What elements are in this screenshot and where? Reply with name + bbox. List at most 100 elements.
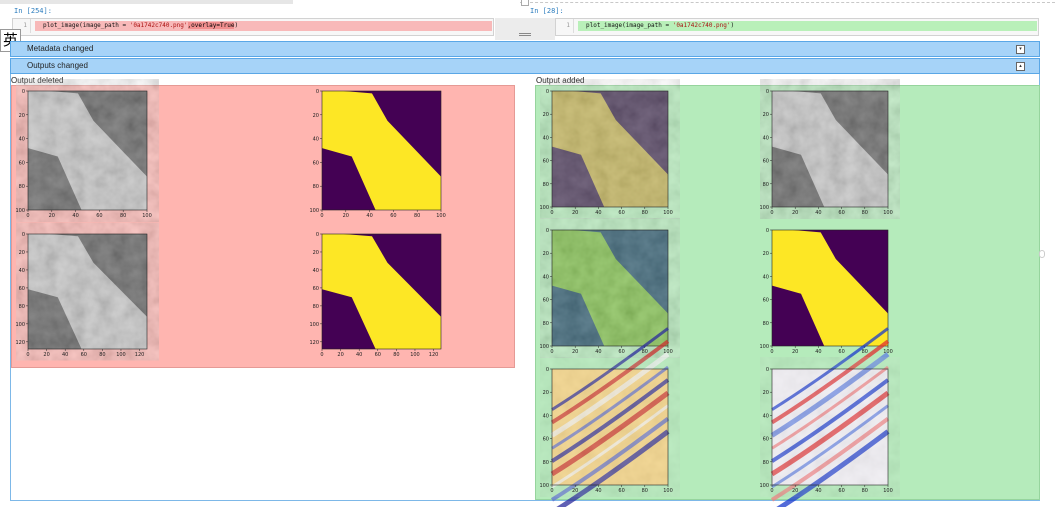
deleted-plot-gray-100: 0 20 40 60 80 100 0 20 40 60 80 100 [15,89,151,219]
x-tick-label: 120 [135,352,145,358]
y-tick-label: 100 [15,208,25,214]
x-tick-label: 0 [26,213,29,219]
x-tick-label: 20 [49,213,55,219]
plot-image: 0 20 40 60 80 100020406080100 [539,228,672,355]
image-texture [28,91,147,210]
x-tick-label: 100 [883,210,893,216]
x-tick-label: 80 [120,213,126,219]
y-tick-label: 60 [19,160,25,166]
y-tick-label: 40 [313,268,319,274]
y-tick-label: 100 [539,205,549,211]
x-tick-label: 100 [883,488,893,494]
plot-image: 0 20 40 60 80 100020406080100 [759,89,892,216]
y-tick-label: 0 [546,367,549,373]
code-string: '0a1742c740.png' [129,22,188,29]
x-tick-label: 40 [62,352,68,358]
x-tick-label: 80 [862,349,868,355]
y-tick-label: 20 [19,250,25,256]
x-tick-label: 0 [26,352,29,358]
added-plot-overlay: 0 20 40 60 80 100 0 20 40 60 80 100 [539,89,672,216]
x-tick-label: 80 [862,210,868,216]
x-tick-label: 60 [838,488,844,494]
y-tick-label: 20 [313,113,319,119]
plot-image: 0 20 40 60 80 100020406080100 [759,228,892,355]
x-tick-label: 20 [572,210,578,216]
right-code-cell[interactable]: 1 plot_image(image_path = '0a1742c740.pn… [555,18,1039,36]
horizontal-scrollbar[interactable] [0,0,293,4]
code-paren: ) [234,22,239,29]
image-texture [772,91,888,207]
collapse-toggle-icon[interactable]: ▴ [1016,62,1025,71]
outputs-changed-bar[interactable]: Outputs changed ▴ [10,58,1040,74]
code-paren: ) [730,22,735,29]
y-tick-label: 100 [539,483,549,489]
y-tick-label: 20 [763,251,769,257]
y-tick-label: 0 [22,89,25,95]
x-tick-label: 100 [663,488,673,494]
x-tick-label: 40 [72,213,78,219]
y-tick-label: 80 [763,460,769,466]
x-tick-label: 40 [815,210,821,216]
top-scroll-strip [0,0,1055,6]
x-tick-label: 20 [343,213,349,219]
y-tick-label: 40 [763,274,769,280]
y-tick-label: 40 [763,413,769,419]
y-tick-label: 80 [19,304,25,310]
y-tick-label: 20 [763,112,769,118]
x-tick-label: 80 [642,210,648,216]
x-tick-label: 0 [550,210,553,216]
x-tick-label: 20 [792,488,798,494]
x-tick-label: 60 [618,349,624,355]
y-tick-label: 60 [763,298,769,304]
x-tick-label: 60 [838,210,844,216]
y-tick-label: 80 [543,460,549,466]
y-tick-label: 20 [543,251,549,257]
line-number: 1 [556,19,574,33]
right-cell-prompt: In [28]: [530,7,564,15]
y-tick-label: 20 [763,390,769,396]
y-tick-label: 60 [313,286,319,292]
y-tick-label: 100 [309,322,319,328]
added-plot-green: 0 20 40 60 80 100 0 20 40 60 80 100 [539,228,672,355]
y-tick-label: 0 [766,89,769,95]
y-tick-label: 100 [759,344,769,350]
scroll-indicator-icon [1039,250,1045,258]
expand-toggle-icon[interactable]: ▾ [1016,45,1025,54]
x-tick-label: 20 [337,352,343,358]
right-code-line[interactable]: plot_image(image_path = '0a1742c740.png'… [578,21,1037,31]
y-tick-label: 100 [309,208,319,214]
x-tick-label: 20 [43,352,49,358]
metadata-changed-label: Metadata changed [27,44,94,53]
x-tick-label: 40 [366,213,372,219]
y-tick-label: 80 [763,182,769,188]
left-code-cell[interactable]: 1 plot_image(image_path = '0a1742c740.pn… [12,18,494,36]
left-code-line[interactable]: plot_image(image_path = '0a1742c740.png'… [35,21,492,31]
x-tick-label: 60 [618,488,624,494]
x-tick-label: 60 [838,349,844,355]
x-tick-label: 0 [550,488,553,494]
y-tick-label: 20 [543,112,549,118]
y-tick-label: 100 [759,205,769,211]
added-plot-heatmap-1: 0 20 40 60 80 100 0 20 40 60 80 100 [539,327,673,507]
metadata-changed-bar[interactable]: Metadata changed ▾ [10,41,1040,57]
x-tick-label: 100 [436,213,446,219]
y-tick-label: 80 [19,184,25,190]
y-tick-label: 20 [19,113,25,119]
y-tick-label: 40 [543,274,549,280]
x-tick-label: 80 [414,213,420,219]
divider [520,2,1055,3]
y-tick-label: 40 [543,135,549,141]
x-tick-label: 100 [142,213,152,219]
x-tick-label: 80 [862,488,868,494]
x-tick-label: 100 [663,210,673,216]
x-tick-label: 0 [550,349,553,355]
y-tick-label: 40 [763,135,769,141]
x-tick-label: 40 [815,488,821,494]
resize-handle[interactable] [521,0,529,6]
overlay-texture [552,91,668,207]
x-tick-label: 0 [770,488,773,494]
diff-splitter[interactable] [495,18,555,40]
plot-image: 0 20 40 60 80 100 120020406080100120 [309,232,442,358]
y-tick-label: 80 [313,304,319,310]
x-tick-label: 100 [410,352,420,358]
